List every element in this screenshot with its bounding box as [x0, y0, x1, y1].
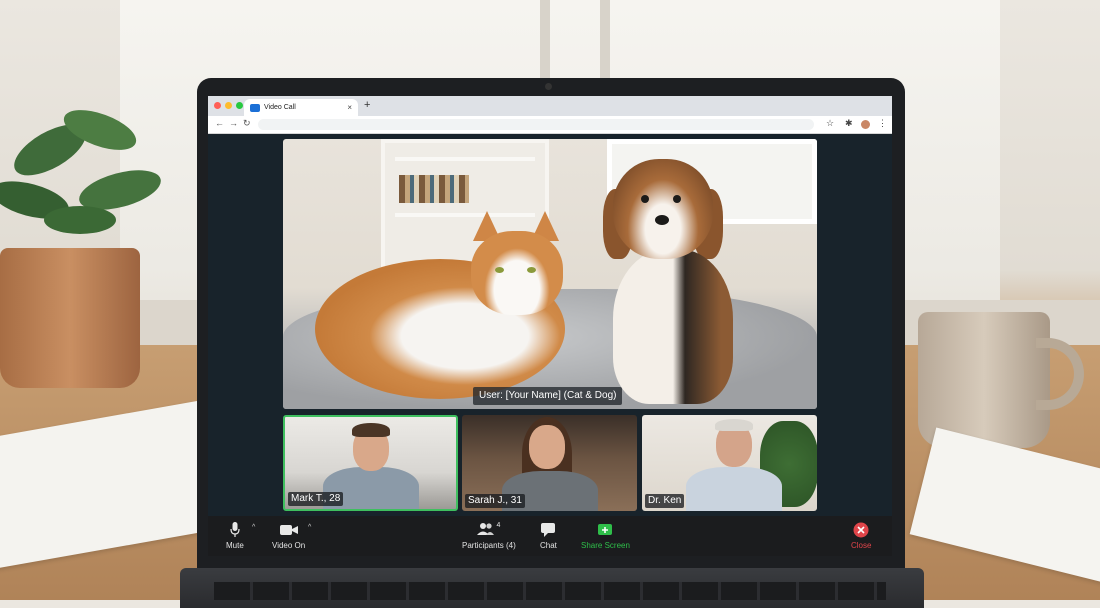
extensions-icon[interactable]: ✱ — [845, 118, 853, 129]
participants-icon-group: 4 — [477, 522, 500, 538]
books — [399, 175, 469, 203]
tab-title: Video Call — [264, 104, 296, 111]
mute-label: Mute — [226, 541, 244, 550]
close-window-button[interactable] — [214, 102, 221, 109]
close-icon — [853, 522, 869, 538]
window-controls — [214, 102, 243, 109]
dog-head — [613, 159, 713, 259]
video-options-caret[interactable]: ^ — [308, 524, 311, 531]
reload-icon[interactable]: ↻ — [243, 118, 251, 129]
participant-label: Sarah J., 31 — [465, 494, 525, 508]
browser-menu-icon[interactable]: ⋮ — [878, 118, 887, 129]
laptop-keys — [214, 582, 886, 600]
screen: Video Call × + ← → ↻ ☆ ✱ ⋮ User: [Your N… — [208, 96, 892, 556]
participants-button[interactable]: 4 Participants (4) — [462, 522, 516, 550]
plant-pot — [0, 248, 140, 388]
profile-avatar[interactable] — [861, 120, 870, 129]
video-label: Video On — [272, 541, 306, 550]
participants-label: Participants (4) — [462, 541, 516, 550]
participants-count: 4 — [496, 522, 501, 529]
mute-button[interactable]: Mute — [226, 522, 244, 550]
participant-label: Mark T., 28 — [288, 492, 344, 506]
person-face — [529, 425, 565, 469]
browser-tab[interactable]: Video Call × — [244, 99, 358, 116]
cat-eye — [527, 267, 536, 273]
call-control-bar: Mute ^ Video On ^ 4 Participants (4) Cha… — [208, 516, 892, 556]
people-icon — [477, 523, 495, 535]
share-screen-label: Share Screen — [581, 541, 630, 550]
mute-options-caret[interactable]: ^ — [252, 524, 255, 531]
participant-label: Dr. Ken — [645, 494, 685, 508]
tab-close-icon[interactable]: × — [347, 103, 352, 112]
maximize-window-button[interactable] — [236, 102, 243, 109]
main-video-label: User: [Your Name] (Cat & Dog) — [473, 387, 623, 405]
mic-icon — [230, 522, 240, 537]
cat-eye — [495, 267, 504, 273]
share-screen-icon — [598, 524, 613, 535]
person-hair — [352, 423, 390, 437]
main-video-tile[interactable]: User: [Your Name] (Cat & Dog) — [283, 139, 817, 409]
dog — [613, 249, 733, 404]
person-hair — [715, 419, 753, 431]
chat-button[interactable]: Chat — [540, 522, 557, 550]
shelf-board — [395, 213, 535, 217]
participant-tile-sarah[interactable]: Sarah J., 31 — [462, 415, 637, 511]
browser-toolbar: ← → ↻ ☆ ✱ ⋮ — [208, 116, 892, 134]
video-button[interactable]: Video On — [272, 522, 305, 550]
video-call-favicon-icon — [250, 103, 260, 112]
chat-label: Chat — [540, 541, 557, 550]
chat-icon — [541, 523, 556, 537]
new-tab-button[interactable]: + — [364, 99, 370, 111]
minimize-window-button[interactable] — [225, 102, 232, 109]
back-icon[interactable]: ← — [215, 118, 224, 128]
address-bar[interactable] — [258, 119, 814, 130]
dog-eye — [673, 195, 681, 203]
close-label: Close — [851, 541, 872, 550]
close-call-button[interactable]: Close — [851, 522, 871, 550]
plant-leaves — [0, 110, 161, 234]
forward-icon[interactable]: → — [229, 118, 238, 128]
shelf-board — [395, 157, 535, 161]
dog-eye — [641, 195, 649, 203]
participant-tile-ken[interactable]: Dr. Ken — [642, 415, 817, 511]
share-screen-button[interactable]: Share Screen — [581, 522, 630, 550]
participant-tile-mark[interactable]: Mark T., 28 — [283, 415, 458, 511]
person-torso — [686, 467, 782, 511]
bookmark-star-icon[interactable]: ☆ — [826, 118, 834, 129]
webcam — [545, 83, 552, 90]
dog-nose — [655, 215, 669, 225]
camera-icon — [279, 525, 298, 535]
cat-head — [471, 231, 563, 315]
browser-tab-bar: Video Call × + — [208, 96, 892, 116]
